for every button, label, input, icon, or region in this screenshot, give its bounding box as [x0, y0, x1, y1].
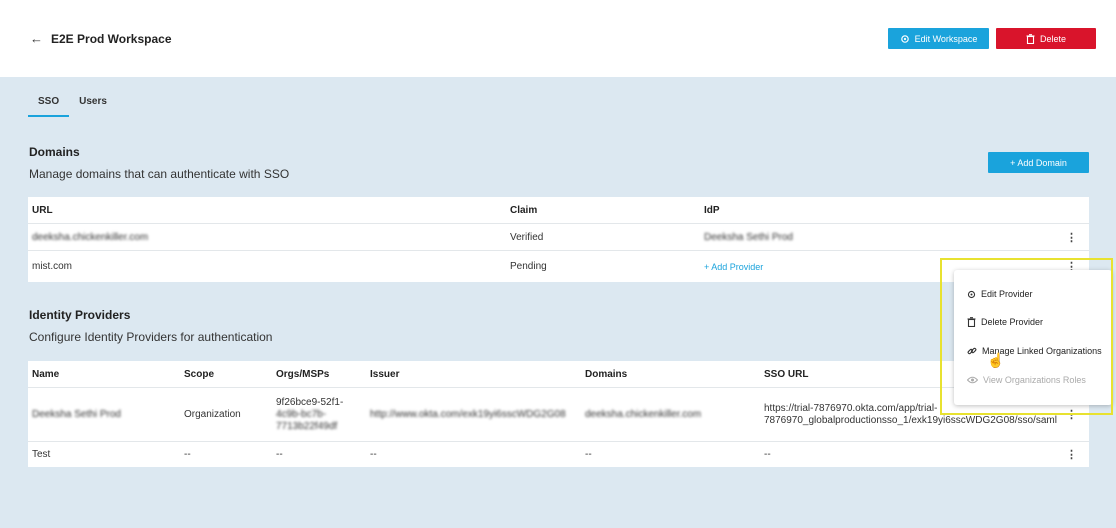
column-header-idp: IdP — [704, 204, 720, 216]
page-title: E2E Prod Workspace — [51, 31, 172, 46]
provider-context-menu: Edit Provider Delete Provider Manage Lin… — [954, 270, 1112, 405]
trash-icon — [967, 317, 976, 327]
arrow-left-icon[interactable]: ← — [30, 31, 43, 46]
org-id-line: 7713b22f49df — [276, 420, 338, 432]
table-row[interactable]: Deeksha Sethi Prod Organization 9f26bce9… — [28, 388, 1089, 442]
identity-providers-title: Identity Providers — [29, 308, 131, 322]
table-row[interactable]: mist.com Pending + Add Provider ⋮ — [28, 251, 1089, 282]
table-row[interactable]: deeksha.chickenkiller.com Verified Deeks… — [28, 224, 1089, 251]
table-header-row: URL Claim IdP — [28, 197, 1089, 224]
provider-issuer: http://www.okta.com/exk19yi6sscWDG2G08 — [370, 409, 566, 420]
edit-workspace-label: Edit Workspace — [914, 33, 978, 44]
provider-orgs: -- — [276, 449, 283, 460]
sso-url-line: https://trial-7876970.okta.com/app/trial… — [764, 402, 938, 414]
gear-icon — [900, 34, 909, 43]
column-header-scope: Scope — [184, 368, 215, 380]
provider-name: Test — [32, 449, 51, 460]
provider-scope: Organization — [184, 409, 241, 420]
kebab-menu-icon[interactable]: ⋮ — [1066, 442, 1077, 467]
column-header-claim: Claim — [510, 204, 538, 216]
gear-icon — [967, 290, 976, 298]
add-provider-link[interactable]: + Add Provider — [704, 262, 763, 272]
tab-sso[interactable]: SSO — [28, 94, 70, 117]
provider-name: Deeksha Sethi Prod — [32, 409, 121, 420]
column-header-sso-url: SSO URL — [764, 368, 809, 380]
domain-url: deeksha.chickenkiller.com — [32, 231, 149, 243]
menu-item-label: Delete Provider — [981, 317, 1044, 327]
link-icon — [967, 347, 977, 355]
tab-users[interactable]: Users — [69, 94, 117, 117]
identity-providers-table: Name Scope Orgs/MSPs Issuer Domains SSO … — [28, 361, 1089, 467]
page-header: ← E2E Prod Workspace Edit Workspace Dele… — [0, 0, 1116, 77]
menu-item-view-organizations-roles: View Organizations Roles — [967, 375, 1086, 385]
org-id-line: 4c9b-bc7b- — [276, 408, 327, 420]
column-header-issuer: Issuer — [370, 368, 400, 380]
table-row[interactable]: Test -- -- -- -- -- ⋮ — [28, 442, 1089, 467]
identity-providers-subtitle: Configure Identity Providers for authent… — [29, 330, 273, 344]
org-id-line: 9f26bce9-52f1- — [276, 396, 344, 408]
provider-sso-url: -- — [764, 449, 771, 460]
column-header-url: URL — [32, 204, 53, 216]
kebab-menu-icon[interactable]: ⋮ — [1066, 224, 1077, 250]
provider-domains: deeksha.chickenkiller.com — [585, 409, 702, 420]
domain-claim: Verified — [510, 231, 544, 243]
tab-bar: SSO Users — [28, 94, 117, 117]
menu-item-label: Edit Provider — [981, 289, 1033, 299]
domain-url: mist.com — [32, 261, 72, 272]
eye-icon — [967, 376, 978, 384]
column-header-orgs: Orgs/MSPs — [276, 368, 330, 380]
add-domain-button[interactable]: + Add Domain — [988, 152, 1089, 173]
provider-orgs: 9f26bce9-52f1- 4c9b-bc7b- 7713b22f49df — [276, 388, 343, 441]
domains-title: Domains — [29, 145, 80, 159]
domains-table: URL Claim IdP deeksha.chickenkiller.com … — [28, 197, 1089, 282]
menu-item-edit-provider[interactable]: Edit Provider — [967, 289, 1033, 299]
trash-icon — [1026, 33, 1035, 44]
column-header-name: Name — [32, 368, 60, 380]
back-link[interactable]: ← E2E Prod Workspace — [30, 31, 172, 46]
provider-issuer: -- — [370, 449, 377, 460]
provider-scope: -- — [184, 449, 191, 460]
menu-item-label: View Organizations Roles — [983, 375, 1086, 385]
hand-cursor-icon: ☝ — [987, 352, 1005, 368]
table-header-row: Name Scope Orgs/MSPs Issuer Domains SSO … — [28, 361, 1089, 388]
delete-workspace-button[interactable]: Delete — [996, 28, 1096, 49]
provider-domains: -- — [585, 449, 592, 460]
delete-workspace-label: Delete — [1039, 33, 1066, 44]
domain-idp: Deeksha Sethi Prod — [704, 231, 793, 243]
domain-claim: Pending — [510, 261, 547, 272]
menu-item-delete-provider[interactable]: Delete Provider — [967, 317, 1043, 327]
domains-subtitle: Manage domains that can authenticate wit… — [29, 167, 290, 181]
column-header-domains: Domains — [585, 368, 628, 380]
edit-workspace-button[interactable]: Edit Workspace — [888, 28, 989, 49]
sso-url-line: 7876970_globalproductionsso_1/exk19yi6ss… — [764, 414, 1057, 426]
